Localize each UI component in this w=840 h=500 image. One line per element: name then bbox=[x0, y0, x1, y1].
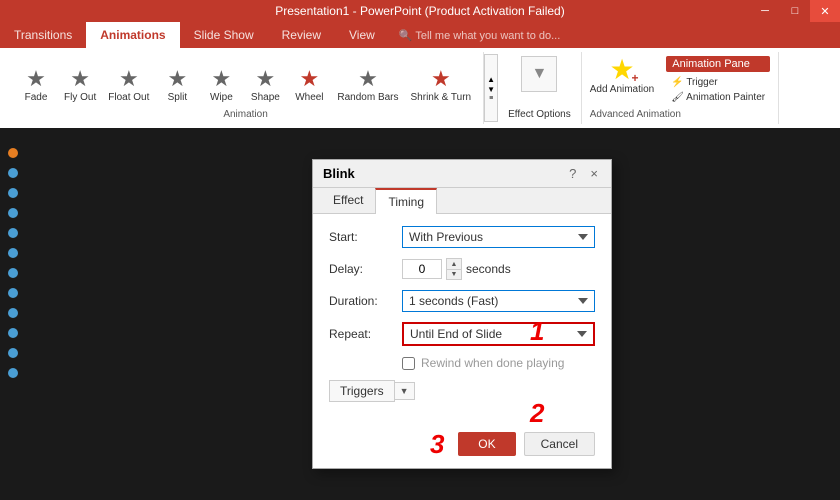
delay-unit: seconds bbox=[466, 262, 511, 276]
title-bar: Presentation1 - PowerPoint (Product Acti… bbox=[0, 0, 840, 22]
search-placeholder: Tell me what you want to do... bbox=[415, 30, 560, 42]
dialog-title: Blink bbox=[323, 166, 355, 181]
slide-bullets bbox=[8, 148, 18, 378]
anim-split[interactable]: ★ Split bbox=[157, 66, 197, 105]
slide-bullet-10 bbox=[8, 328, 18, 338]
dialog-close-button[interactable]: × bbox=[587, 166, 601, 181]
tab-transitions[interactable]: Transitions bbox=[0, 22, 86, 48]
tab-animations[interactable]: Animations bbox=[86, 22, 179, 48]
maximize-button[interactable]: □ bbox=[780, 0, 810, 22]
slide-bullet-5 bbox=[8, 228, 18, 238]
main-area: 1 2 3 Blink ? × Effect Timing bbox=[0, 128, 840, 500]
slide-bullet-12 bbox=[8, 368, 18, 378]
advanced-animation-label: Advanced Animation bbox=[590, 105, 770, 120]
repeat-select[interactable]: Until End of Slide (none) 2 3 Until Next… bbox=[402, 322, 595, 346]
ribbon-tabs: Transitions Animations Slide Show Review… bbox=[0, 22, 840, 48]
slide-bullet-1 bbox=[8, 148, 18, 158]
effect-options-button[interactable]: ▼ bbox=[521, 56, 557, 92]
start-row: Start: With Previous On Click After Prev… bbox=[329, 226, 595, 248]
delay-spinner[interactable]: ▲ ▼ bbox=[446, 258, 462, 280]
anim-fade[interactable]: ★ Fade bbox=[16, 66, 56, 105]
cancel-button[interactable]: Cancel bbox=[524, 432, 595, 456]
slide-bullet-8 bbox=[8, 288, 18, 298]
delay-up[interactable]: ▲ bbox=[447, 259, 461, 269]
trigger-button[interactable]: ⚡ Trigger bbox=[666, 76, 770, 89]
anim-flyout[interactable]: ★ Fly Out bbox=[60, 66, 100, 105]
add-animation-button[interactable]: ★ + Add Animation bbox=[590, 56, 655, 104]
animation-pane-button[interactable]: Animation Pane bbox=[666, 56, 770, 72]
triggers-row: Triggers ▼ bbox=[329, 380, 595, 402]
rewind-checkbox[interactable] bbox=[402, 357, 415, 370]
tab-view[interactable]: View bbox=[335, 22, 389, 48]
slide-bullet-3 bbox=[8, 188, 18, 198]
app-title: Presentation1 - PowerPoint (Product Acti… bbox=[275, 4, 564, 18]
delay-down[interactable]: ▼ bbox=[447, 269, 461, 279]
delay-label: Delay: bbox=[329, 262, 394, 276]
slide-bullet-6 bbox=[8, 248, 18, 258]
animation-group-label: Animation bbox=[223, 105, 267, 120]
start-label: Start: bbox=[329, 230, 394, 244]
animation-group: ★ Fade ★ Fly Out ★ Float Out ★ Split ★ bbox=[8, 52, 484, 124]
triggers-dropdown[interactable]: ▼ bbox=[395, 382, 415, 400]
effect-options-label: Effect Options bbox=[508, 109, 571, 120]
add-animation-label: Add Animation bbox=[590, 84, 655, 95]
anim-wheel[interactable]: ★ Wheel bbox=[289, 66, 329, 105]
dialog-body: Start: With Previous On Click After Prev… bbox=[313, 214, 611, 424]
rewind-label: Rewind when done playing bbox=[421, 356, 564, 370]
dialog-tabs: Effect Timing bbox=[313, 188, 611, 214]
duration-row: Duration: 1 seconds (Fast) 0.5 seconds (… bbox=[329, 290, 595, 312]
slide-bullet-2 bbox=[8, 168, 18, 178]
anim-randombars[interactable]: ★ Random Bars bbox=[333, 66, 402, 105]
duration-select[interactable]: 1 seconds (Fast) 0.5 seconds (Very Fast)… bbox=[402, 290, 595, 312]
repeat-label: Repeat: bbox=[329, 327, 394, 341]
duration-label: Duration: bbox=[329, 294, 394, 308]
dialog-tab-effect[interactable]: Effect bbox=[321, 188, 375, 213]
dialog-help-button[interactable]: ? bbox=[566, 166, 579, 181]
dialog-titlebar: Blink ? × bbox=[313, 160, 611, 188]
animation-painter-button[interactable]: 🖌 Animation Painter bbox=[666, 91, 770, 104]
triggers-button[interactable]: Triggers bbox=[329, 380, 395, 402]
close-button[interactable]: ✕ bbox=[810, 0, 840, 22]
ribbon-content: ★ Fade ★ Fly Out ★ Float Out ★ Split ★ bbox=[0, 48, 840, 128]
slide-bullet-7 bbox=[8, 268, 18, 278]
delay-row: Delay: ▲ ▼ seconds bbox=[329, 258, 595, 280]
repeat-row: Repeat: Until End of Slide (none) 2 3 Un… bbox=[329, 322, 595, 346]
anim-shrinkturn[interactable]: ★ Shrink & Turn bbox=[407, 66, 476, 105]
start-select[interactable]: With Previous On Click After Previous bbox=[402, 226, 595, 248]
ok-button[interactable]: OK bbox=[458, 432, 515, 456]
anim-wipe[interactable]: ★ Wipe bbox=[201, 66, 241, 105]
dialog-tab-timing[interactable]: Timing bbox=[375, 188, 437, 214]
anim-floatout[interactable]: ★ Float Out bbox=[104, 66, 153, 105]
slide-bullet-11 bbox=[8, 348, 18, 358]
anim-shape[interactable]: ★ Shape bbox=[245, 66, 285, 105]
rewind-row: Rewind when done playing bbox=[329, 356, 595, 370]
dialog-footer: OK Cancel bbox=[313, 424, 611, 468]
blink-dialog: Blink ? × Effect Timing Start: bbox=[312, 159, 612, 469]
animation-scroll[interactable]: ▲ ▼ ≡ bbox=[484, 54, 498, 122]
slide-bullet-9 bbox=[8, 308, 18, 318]
advanced-animation-group: ★ + Add Animation Animation Pane ⚡ Trigg… bbox=[582, 52, 779, 124]
minimize-button[interactable]: ─ bbox=[750, 0, 780, 22]
tab-review[interactable]: Review bbox=[268, 22, 335, 48]
tab-slideshow[interactable]: Slide Show bbox=[180, 22, 268, 48]
delay-input[interactable] bbox=[402, 259, 442, 279]
slide-bullet-4 bbox=[8, 208, 18, 218]
